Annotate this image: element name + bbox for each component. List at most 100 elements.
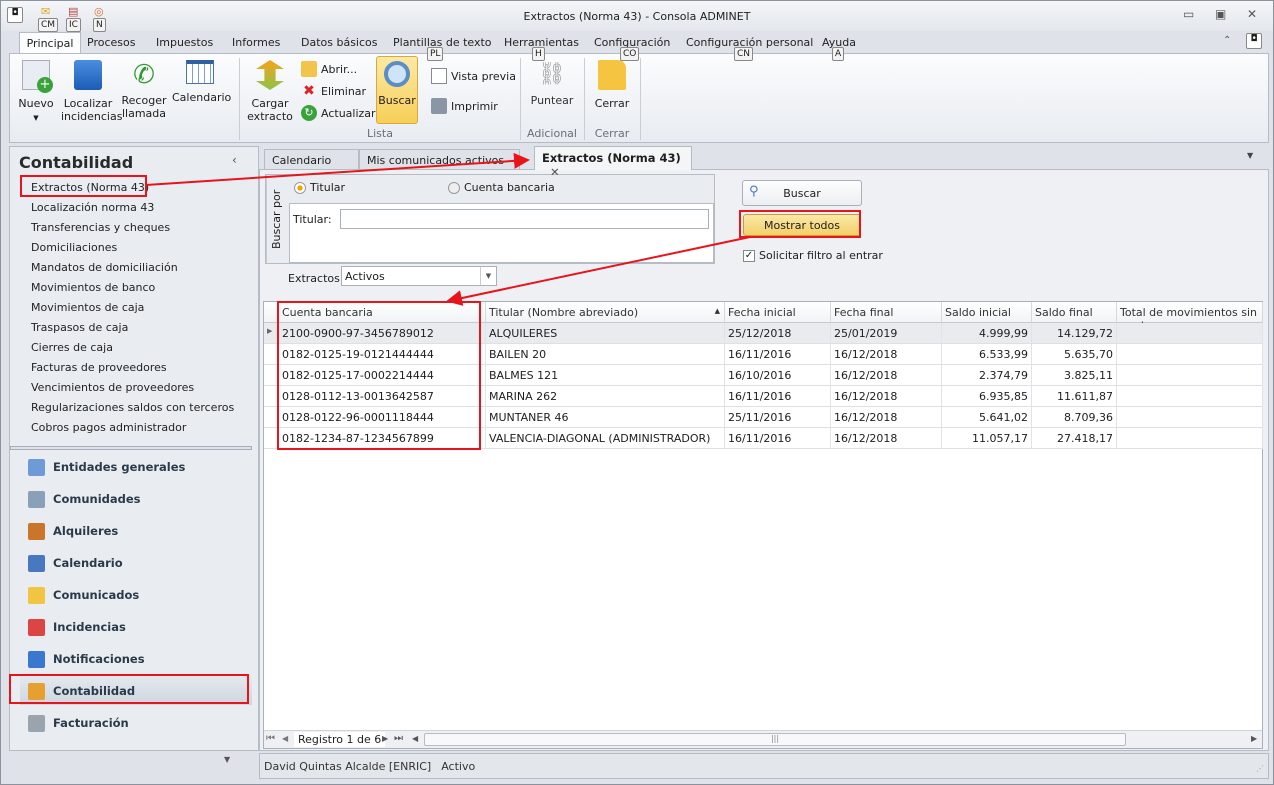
resize-grip-icon[interactable]: ⋰ (1256, 764, 1264, 773)
tab-mis-comunicados[interactable]: Mis comunicados activos (359, 149, 520, 170)
table-row[interactable]: 0182-1234-87-1234567899 VALENCIA-DIAGONAL… (264, 428, 1263, 449)
nav-button-comunicados[interactable]: Comunicados (20, 581, 252, 609)
sidebar-item[interactable]: Facturas de proveedores (31, 361, 167, 374)
maximize-button[interactable]: ▣ (1215, 7, 1226, 21)
column-header[interactable]: Titular (Nombre abreviado) ▲ (486, 302, 725, 323)
scroll-left-icon[interactable]: ◀ (412, 734, 418, 743)
keytip: PL (427, 47, 444, 61)
nav-button-facturaci-n[interactable]: Facturación (20, 709, 252, 737)
nav-button-notificaciones[interactable]: Notificaciones (20, 645, 252, 673)
table-cell: 2100-0900-97-3456789012 (279, 323, 486, 344)
last-record-icon[interactable]: ⏭ (394, 733, 403, 744)
horizontal-scrollbar-thumb[interactable]: ||| (424, 733, 1126, 746)
sort-ascending-icon[interactable]: ▲ (715, 307, 720, 315)
chevron-down-icon[interactable]: ▼ (480, 267, 496, 285)
help-icon[interactable]: ◘ (1246, 33, 1262, 49)
eliminar-button[interactable]: ✖ Eliminar (301, 83, 366, 99)
sidebar-item[interactable]: Cobros pagos administrador (31, 421, 186, 434)
scroll-right-icon[interactable]: ▶ (1251, 734, 1257, 743)
magnifier-icon (384, 61, 410, 87)
nav-button-calendario[interactable]: Calendario (20, 549, 252, 577)
row-indicator[interactable] (264, 365, 279, 386)
imprimir-button[interactable]: Imprimir (431, 98, 498, 114)
sidebar-item[interactable]: Cierres de caja (31, 341, 113, 354)
tab-extractos[interactable]: Extractos (Norma 43) ✕ (534, 146, 692, 179)
recoger-llamada-button[interactable]: ✆ Recoger llamada (120, 60, 168, 120)
nav-icon (28, 458, 45, 476)
close-tab-icon[interactable]: ✕ (550, 165, 560, 179)
puntear-button[interactable]: ⛓ Puntear (525, 60, 579, 107)
more-nav-icon[interactable]: ▼ (224, 755, 230, 764)
sidebar-item[interactable]: Movimientos de banco (31, 281, 155, 294)
row-indicator[interactable] (264, 344, 279, 365)
cargar-extracto-button[interactable]: Cargar extracto (244, 60, 296, 123)
keytip: A (832, 47, 845, 61)
sidebar-item[interactable]: Extractos (Norma 43) (31, 181, 149, 194)
calendario-button[interactable]: Calendario (172, 60, 231, 104)
ribbon-tab-procesos[interactable]: Procesos (87, 36, 135, 49)
ribbon-tab-principal[interactable]: Principal (19, 32, 81, 54)
radio-cuenta-bancaria[interactable]: Cuenta bancaria (448, 181, 555, 194)
column-header[interactable]: Total de movimientos sin punt (1117, 302, 1263, 332)
nav-button-contabilidad[interactable]: Contabilidad (20, 677, 252, 705)
splitter[interactable] (10, 446, 252, 450)
collapse-ribbon-icon[interactable]: ⌃ (1223, 35, 1231, 46)
table-cell: BALMES 121 (486, 365, 725, 386)
collapse-sidebar-icon[interactable]: ‹ (232, 153, 237, 167)
table-row[interactable]: 0182-0125-19-0121444444 BAILEN 20 16/11/20… (264, 344, 1263, 365)
mostrar-todos-button[interactable]: Mostrar todos (743, 214, 861, 236)
extractos-select[interactable]: Activos ▼ (341, 266, 497, 286)
buscar-button[interactable]: Buscar (376, 56, 418, 124)
sidebar-item[interactable]: Mandatos de domiciliación (31, 261, 178, 274)
sidebar-item[interactable]: Regularizaciones saldos con terceros (31, 401, 234, 414)
table-cell: 16/12/2018 (831, 386, 942, 407)
sidebar-item[interactable]: Domiciliaciones (31, 241, 117, 254)
refresh-icon: ↻ (301, 105, 317, 121)
column-header[interactable]: Fecha final (831, 302, 942, 323)
column-header[interactable]: Saldo inicial (942, 302, 1032, 323)
table-cell: 0182-0125-19-0121444444 (279, 344, 486, 365)
filter-buscar-button[interactable]: ⚲ Buscar (742, 180, 862, 206)
nuevo-button[interactable]: + Nuevo ▼ (14, 60, 58, 125)
table-cell: 0182-1234-87-1234567899 (279, 428, 486, 449)
column-header[interactable]: Cuenta bancaria (279, 302, 486, 323)
sidebar-item[interactable]: Localización norma 43 (31, 201, 154, 214)
cerrar-button[interactable]: Cerrar (588, 60, 636, 110)
nav-button-comunidades[interactable]: Comunidades (20, 485, 252, 513)
actualizar-button[interactable]: ↻ Actualizar (301, 105, 376, 121)
minimize-button[interactable]: ▭ (1183, 7, 1194, 21)
tab-calendario[interactable]: Calendario (264, 149, 359, 170)
table-row[interactable]: 0128-0112-13-0013642587 MARINA 262 16/11/2… (264, 386, 1263, 407)
table-row[interactable]: 0128-0122-96-0001118444 MUNTANER 46 25/11/… (264, 407, 1263, 428)
next-record-icon[interactable]: ▶ (382, 734, 388, 743)
row-indicator[interactable]: ▶ (264, 323, 279, 344)
radio-titular[interactable]: Titular (294, 181, 345, 194)
nav-button-alquileres[interactable]: Alquileres (20, 517, 252, 545)
row-indicator[interactable] (264, 407, 279, 428)
row-indicator[interactable] (264, 386, 279, 407)
ribbon-tab-informes[interactable]: Informes (232, 36, 280, 49)
row-indicator[interactable] (264, 428, 279, 449)
first-record-icon[interactable]: ⏮ (266, 733, 275, 744)
tabs-dropdown-icon[interactable]: ▼ (1247, 151, 1253, 160)
nav-button-entidades-generales[interactable]: Entidades generales (20, 453, 252, 481)
sidebar-item[interactable]: Vencimientos de proveedores (31, 381, 194, 394)
ribbon-tab-impuestos[interactable]: Impuestos (156, 36, 213, 49)
nav-button-incidencias[interactable]: Incidencias (20, 613, 252, 641)
abrir-button[interactable]: Abrir... (301, 61, 357, 77)
localizar-incidencias-button[interactable]: Localizar incidencias (60, 60, 122, 123)
titular-input[interactable] (340, 209, 709, 229)
ribbon-tab-datos-basicos[interactable]: Datos básicos (301, 36, 378, 49)
column-header[interactable]: Fecha inicial (725, 302, 831, 323)
sidebar-item[interactable]: Traspasos de caja (31, 321, 128, 334)
prev-record-icon[interactable]: ◀ (282, 734, 288, 743)
close-button[interactable]: ✕ (1247, 7, 1257, 21)
sidebar-item[interactable]: Transferencias y cheques (31, 221, 170, 234)
nav-label: Comunidades (53, 492, 141, 506)
solicitar-filtro-checkbox[interactable]: ✓ Solicitar filtro al entrar (743, 249, 883, 262)
sidebar-item[interactable]: Movimientos de caja (31, 301, 144, 314)
column-header[interactable]: Saldo final (1032, 302, 1117, 323)
table-row[interactable]: ▶ 2100-0900-97-3456789012 ALQUILERES 25/12/… (264, 323, 1263, 344)
vista-previa-button[interactable]: Vista previa (431, 68, 516, 84)
table-row[interactable]: 0182-0125-17-0002214444 BALMES 121 16/10/2… (264, 365, 1263, 386)
